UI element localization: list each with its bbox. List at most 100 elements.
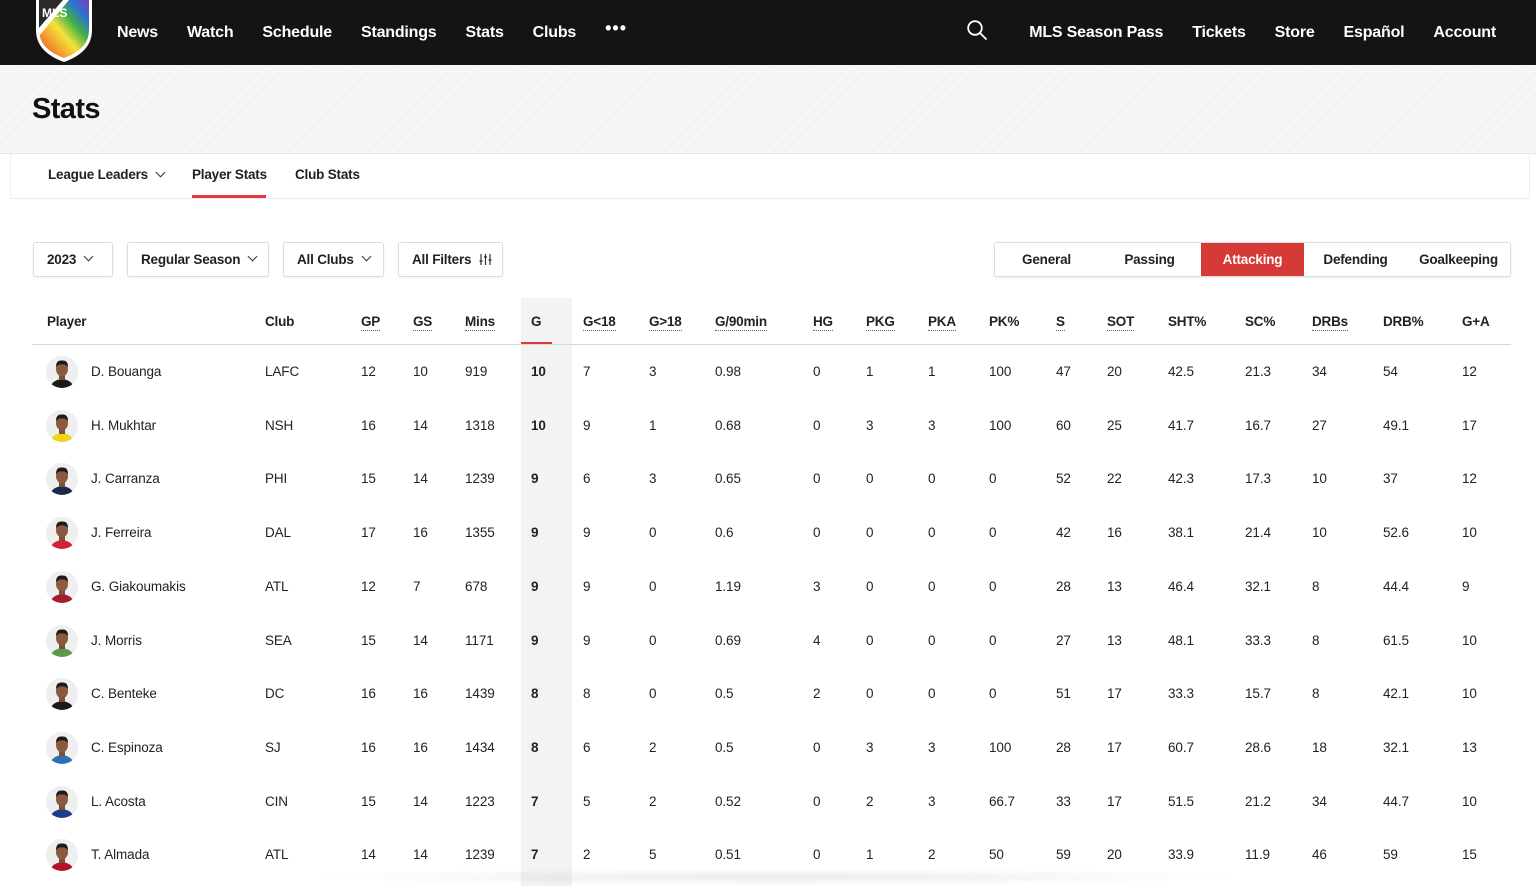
stat-sht-pct: 33.3 [1168, 686, 1194, 702]
tab-league-leaders[interactable]: League Leaders [48, 167, 166, 182]
player-name[interactable]: G. Giakoumakis [91, 579, 186, 594]
col-header-shots[interactable]: S [1056, 314, 1065, 331]
player-name[interactable]: T. Almada [91, 847, 149, 862]
club-abbr[interactable]: SJ [265, 740, 281, 755]
stat-sht-pct: 42.3 [1168, 471, 1194, 487]
stat-pk-pct: 0 [989, 471, 997, 487]
clubs-dropdown[interactable]: All Clubs [283, 242, 384, 277]
club-abbr[interactable]: ATL [265, 579, 289, 594]
category-defending[interactable]: Defending [1304, 243, 1407, 276]
nav-clubs[interactable]: Clubs [533, 24, 577, 42]
stat-hg: 0 [813, 525, 821, 541]
club-abbr[interactable]: DAL [265, 525, 291, 540]
stat-sc-pct: 15.7 [1245, 686, 1271, 702]
stat-g-per-90: 0.52 [715, 793, 741, 809]
stat-g-over-18: 0 [649, 632, 657, 648]
col-header-drbs[interactable]: DRBs [1312, 314, 1348, 331]
stat-mins: 1223 [465, 793, 495, 809]
player-name[interactable]: J. Ferreira [91, 525, 152, 540]
all-filters-button[interactable]: All Filters [398, 242, 503, 277]
col-header-pka[interactable]: PKA [928, 314, 956, 331]
col-header-drb-pct[interactable]: DRB% [1383, 314, 1424, 329]
player-name[interactable]: L. Acosta [91, 794, 146, 809]
nav-store[interactable]: Store [1275, 24, 1315, 42]
col-header-g[interactable]: G [531, 314, 542, 329]
category-passing[interactable]: Passing [1098, 243, 1201, 276]
col-header-pk-pct[interactable]: PK% [989, 314, 1019, 329]
col-header-hg[interactable]: HG [813, 314, 833, 331]
player-avatar[interactable] [46, 517, 78, 550]
category-attacking[interactable]: Attacking [1201, 243, 1304, 276]
col-header-mins[interactable]: Mins [465, 314, 495, 331]
club-abbr[interactable]: CIN [265, 794, 288, 809]
club-abbr[interactable]: PHI [265, 471, 287, 486]
player-avatar[interactable] [46, 570, 78, 603]
nav-schedule[interactable]: Schedule [262, 24, 332, 42]
player-name[interactable]: C. Benteke [91, 686, 157, 701]
nav-standings[interactable]: Standings [361, 24, 437, 42]
club-abbr[interactable]: DC [265, 686, 284, 701]
player-avatar[interactable] [46, 731, 78, 764]
nav-espanol[interactable]: Español [1344, 24, 1405, 42]
stat-gp: 15 [361, 471, 376, 487]
nav-tickets[interactable]: Tickets [1192, 24, 1246, 42]
stat-mins: 1318 [465, 417, 495, 433]
stat-mins: 1434 [465, 739, 495, 755]
stat-sc-pct: 21.2 [1245, 793, 1271, 809]
stat-g-under-18: 2 [583, 847, 591, 863]
nav-watch[interactable]: Watch [187, 24, 234, 42]
stat-sht-pct: 42.5 [1168, 364, 1194, 379]
player-name[interactable]: J. Morris [91, 633, 142, 648]
table-row: C. Espinoza SJ 16 16 1434 8 6 2 0.5 0 3 3 100 28 17 60.… [32, 721, 1511, 775]
stat-gp: 12 [361, 364, 376, 379]
stat-pkg: 0 [866, 525, 874, 541]
nav-stats[interactable]: Stats [466, 24, 504, 42]
mls-logo[interactable]: MLS [33, 0, 95, 64]
col-header-g-plus-a[interactable]: G+A [1462, 314, 1490, 329]
player-name[interactable]: H. Mukhtar [91, 418, 156, 433]
player-avatar[interactable] [46, 409, 78, 442]
nav-season-pass[interactable]: MLS Season Pass [1029, 24, 1163, 42]
table-row: G. Giakoumakis ATL 12 7 678 9 9 0 1.19 3 0 0 0 28 13 46… [32, 560, 1511, 614]
player-avatar[interactable] [46, 624, 78, 657]
player-avatar[interactable] [46, 839, 78, 872]
season-dropdown[interactable]: 2023 [33, 242, 113, 277]
col-header-gs[interactable]: GS [413, 314, 432, 331]
category-general[interactable]: General [995, 243, 1098, 276]
player-avatar[interactable] [46, 463, 78, 496]
stat-shots: 42 [1056, 525, 1071, 541]
col-header-sot[interactable]: SOT [1107, 314, 1134, 331]
stat-sot: 20 [1107, 364, 1122, 379]
stat-sot: 20 [1107, 847, 1122, 863]
stat-pka: 3 [928, 793, 936, 809]
stat-g-plus-a: 9 [1462, 578, 1470, 594]
player-avatar[interactable] [46, 356, 78, 388]
club-abbr[interactable]: LAFC [265, 364, 299, 379]
stat-mins: 1171 [465, 632, 494, 648]
player-name[interactable]: C. Espinoza [91, 740, 163, 755]
col-header-sc-pct[interactable]: SC% [1245, 314, 1275, 329]
stat-g-over-18: 3 [649, 471, 657, 487]
col-header-sht-pct[interactable]: SHT% [1168, 314, 1206, 329]
search-icon[interactable] [966, 19, 988, 41]
category-goalkeeping[interactable]: Goalkeeping [1407, 243, 1510, 276]
col-header-g-over-18[interactable]: G>18 [649, 314, 682, 331]
club-abbr[interactable]: NSH [265, 418, 293, 433]
nav-account[interactable]: Account [1433, 24, 1496, 42]
stat-g-over-18: 2 [649, 793, 657, 809]
more-menu-icon[interactable]: ••• [605, 18, 627, 39]
tab-club-stats[interactable]: Club Stats [295, 167, 360, 182]
col-header-gp[interactable]: GP [361, 314, 380, 331]
player-avatar[interactable] [46, 785, 78, 818]
col-header-g-under-18[interactable]: G<18 [583, 314, 616, 331]
tab-player-stats[interactable]: Player Stats [192, 167, 267, 182]
nav-news[interactable]: News [117, 24, 158, 42]
club-abbr[interactable]: SEA [265, 633, 292, 648]
club-abbr[interactable]: ATL [265, 847, 289, 862]
player-name[interactable]: J. Carranza [91, 471, 160, 486]
competition-dropdown[interactable]: Regular Season [127, 242, 269, 277]
player-name[interactable]: D. Bouanga [91, 364, 161, 379]
col-header-pkg[interactable]: PKG [866, 314, 895, 331]
col-header-g-per-90[interactable]: G/90min [715, 314, 767, 331]
player-avatar[interactable] [46, 678, 78, 711]
